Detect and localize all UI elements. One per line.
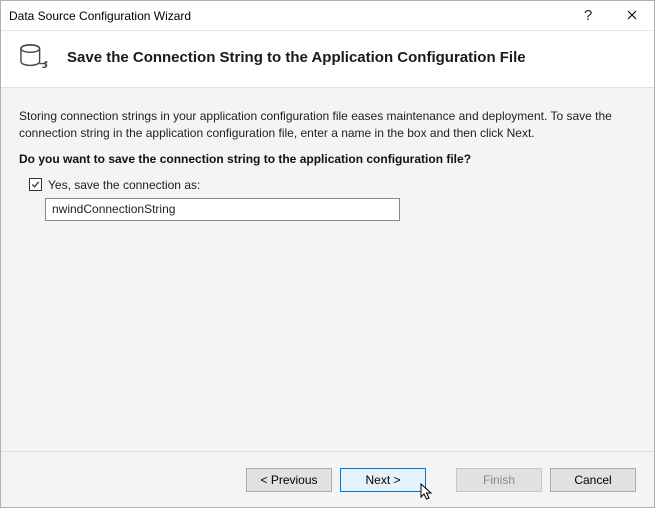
titlebar: Data Source Configuration Wizard ? xyxy=(1,1,654,31)
help-button[interactable]: ? xyxy=(566,1,610,30)
save-connection-checkbox[interactable] xyxy=(29,178,42,191)
page-title: Save the Connection String to the Applic… xyxy=(67,49,526,66)
next-button[interactable]: Next > xyxy=(340,468,426,492)
connection-name-input[interactable] xyxy=(45,198,400,221)
intro-text: Storing connection strings in your appli… xyxy=(19,108,636,142)
checkmark-icon xyxy=(31,180,40,189)
wizard-window: Data Source Configuration Wizard ? Save … xyxy=(0,0,655,508)
cancel-button[interactable]: Cancel xyxy=(550,468,636,492)
window-title: Data Source Configuration Wizard xyxy=(9,9,566,23)
wizard-header: Save the Connection String to the Applic… xyxy=(1,31,654,88)
save-connection-row: Yes, save the connection as: xyxy=(29,178,636,192)
close-button[interactable] xyxy=(610,1,654,30)
close-icon xyxy=(627,8,637,23)
question-text: Do you want to save the connection strin… xyxy=(19,152,636,166)
previous-button[interactable]: < Previous xyxy=(246,468,332,492)
database-icon xyxy=(19,43,49,71)
save-connection-label: Yes, save the connection as: xyxy=(48,178,200,192)
finish-button: Finish xyxy=(456,468,542,492)
wizard-footer: < Previous Next > Finish Cancel xyxy=(1,451,654,507)
wizard-content: Storing connection strings in your appli… xyxy=(1,88,654,451)
